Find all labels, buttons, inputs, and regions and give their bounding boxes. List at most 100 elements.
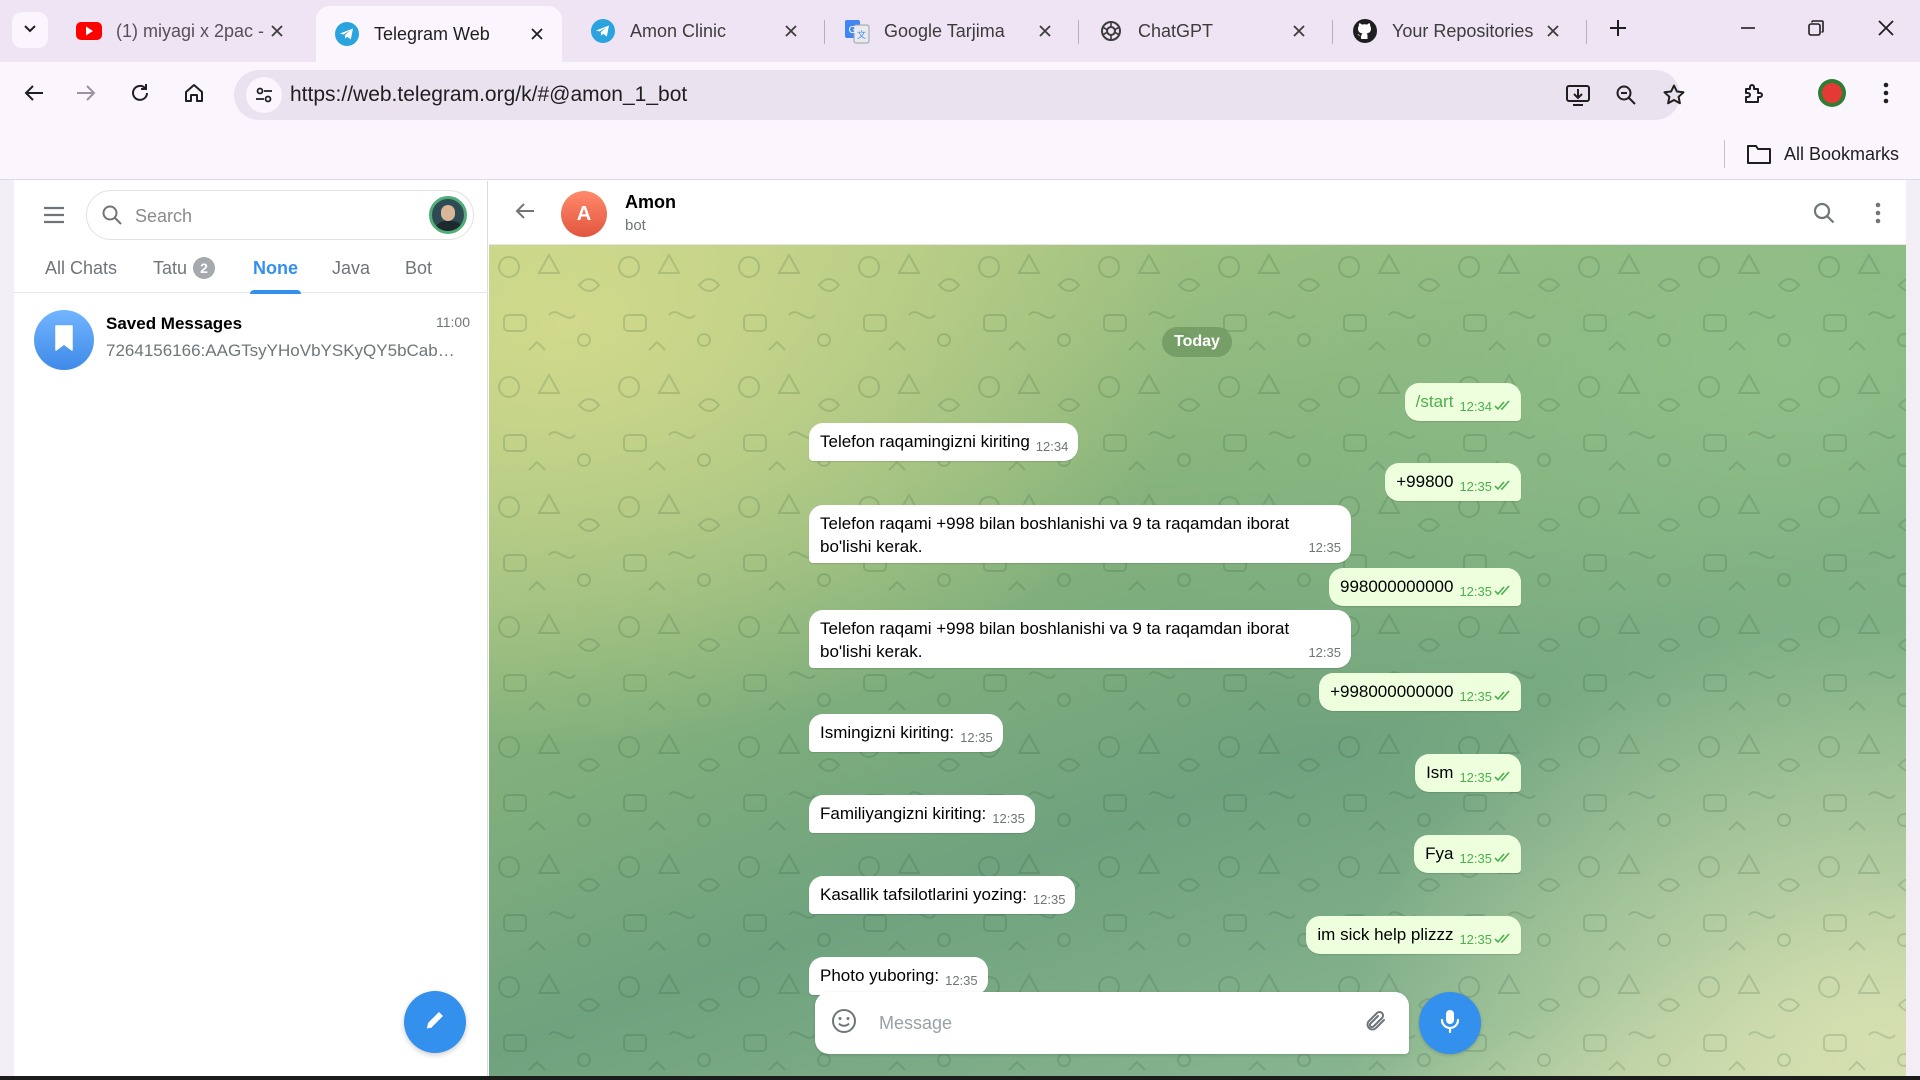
chat-menu-button[interactable] bbox=[1858, 195, 1898, 235]
message-bubble-in[interactable]: Telefon raqami +998 bilan boshlanishi va… bbox=[809, 505, 1351, 563]
zoom-icon[interactable] bbox=[1608, 77, 1644, 113]
browser-tab-google-translate[interactable]: G文 Google Tarjima bbox=[826, 8, 1070, 54]
minimize-button[interactable] bbox=[1720, 8, 1776, 52]
bookmark-star-icon[interactable] bbox=[1656, 77, 1692, 113]
browser-tab-amon-clinic[interactable]: Amon Clinic bbox=[572, 8, 816, 54]
message-bubble-out[interactable]: Fya 12:35 bbox=[1414, 835, 1521, 873]
message-time: 12:35 bbox=[1459, 479, 1492, 494]
more-vertical-icon bbox=[1875, 202, 1881, 229]
message-time: 12:35 bbox=[1032, 892, 1066, 907]
folder-tab-java[interactable]: Java bbox=[332, 243, 370, 293]
folder-tab-tatu[interactable]: Tatu 2 bbox=[153, 243, 216, 293]
message-bubble-out[interactable]: +998000000000 12:35 bbox=[1319, 673, 1521, 711]
message-bubble-in[interactable]: Familiyangizni kiriting: 12:35 bbox=[809, 795, 1035, 833]
close-window-button[interactable] bbox=[1858, 8, 1914, 52]
peer-avatar[interactable]: A bbox=[561, 191, 607, 237]
message-time: 12:35 bbox=[1308, 645, 1341, 660]
browser-tab-github[interactable]: Your Repositories bbox=[1334, 8, 1578, 54]
double-check-icon bbox=[1494, 400, 1510, 411]
back-button[interactable] bbox=[12, 73, 56, 117]
tab-separator bbox=[1078, 20, 1079, 44]
message-meta: 12:35 bbox=[1459, 847, 1511, 870]
close-icon[interactable] bbox=[526, 23, 548, 45]
chat-time: 11:00 bbox=[436, 314, 470, 330]
browser-tab-telegram-web[interactable]: Telegram Web bbox=[316, 6, 562, 62]
search-input[interactable] bbox=[135, 203, 405, 229]
profile-button[interactable] bbox=[1810, 73, 1854, 117]
install-app-icon[interactable] bbox=[1560, 77, 1596, 113]
telegram-icon bbox=[590, 18, 616, 44]
new-message-button[interactable] bbox=[404, 991, 466, 1053]
extensions-button[interactable] bbox=[1732, 73, 1776, 117]
folder-tab-label: None bbox=[253, 257, 298, 278]
youtube-icon bbox=[76, 18, 102, 44]
new-tab-button[interactable] bbox=[1590, 8, 1646, 52]
reload-button[interactable] bbox=[118, 73, 162, 117]
chat-list-item-saved-messages[interactable]: Saved Messages 11:00 7264156166:AAGTsyYH… bbox=[24, 300, 480, 378]
message-bubble-in[interactable]: Photo yuboring: 12:35 bbox=[809, 957, 988, 995]
chat-search-button[interactable] bbox=[1804, 195, 1844, 235]
message-text: Familiyangizni kiriting: bbox=[820, 804, 987, 823]
message-bubble-in[interactable]: Ismingizni kiriting: 12:35 bbox=[809, 714, 1003, 752]
browser-menu-button[interactable] bbox=[1864, 73, 1908, 117]
plus-icon bbox=[1608, 18, 1628, 43]
bookmark-icon bbox=[53, 324, 75, 357]
main-menu-button[interactable] bbox=[34, 197, 74, 237]
message-bubble-out[interactable]: /start 12:34 bbox=[1404, 383, 1521, 421]
arrow-left-icon bbox=[23, 82, 45, 109]
active-tab-indicator bbox=[250, 290, 301, 294]
folder-tab-bot[interactable]: Bot bbox=[405, 243, 432, 293]
peer-name[interactable]: Amon bbox=[625, 192, 676, 213]
home-button[interactable] bbox=[172, 73, 216, 117]
message-bubble-in[interactable]: Kasallik tafsilotlarini yozing: 12:35 bbox=[809, 876, 1076, 914]
message-meta: 12:34 bbox=[1459, 395, 1511, 418]
close-icon[interactable] bbox=[1288, 20, 1310, 42]
message-text: +99800 bbox=[1396, 472, 1454, 491]
window-frame-bottom bbox=[0, 1076, 1920, 1080]
chat-list-sidebar: All Chats Tatu 2 None Java Bot bbox=[14, 181, 488, 1076]
more-vertical-icon bbox=[1883, 82, 1889, 109]
chatgpt-icon bbox=[1098, 18, 1124, 44]
message-bubble-out[interactable]: Ism 12:35 bbox=[1415, 754, 1521, 792]
restore-button[interactable] bbox=[1788, 8, 1844, 52]
close-icon[interactable] bbox=[1542, 20, 1564, 42]
message-bubble-out[interactable]: 998000000000 12:35 bbox=[1328, 568, 1521, 606]
message-time: 12:35 bbox=[945, 973, 978, 988]
forward-button[interactable] bbox=[64, 73, 108, 117]
folder-tab-all-chats[interactable]: All Chats bbox=[45, 243, 117, 293]
chat-preview: 7264156166:AAGTsyYHoVbYSKyQY5bCab… bbox=[106, 341, 455, 360]
folder-tab-label: Java bbox=[332, 257, 371, 278]
url-text[interactable]: https://web.telegram.org/k/#@amon_1_bot bbox=[290, 83, 687, 107]
close-icon[interactable] bbox=[266, 20, 288, 42]
close-icon[interactable] bbox=[1034, 20, 1056, 42]
message-text: Telefon raqamingizni kiriting bbox=[820, 432, 1030, 451]
message-bubble-out[interactable]: im sick help plizzz 12:35 bbox=[1306, 916, 1521, 954]
all-bookmarks-button[interactable]: All Bookmarks bbox=[1746, 138, 1899, 170]
back-to-chats-button[interactable] bbox=[507, 195, 543, 231]
attach-button[interactable] bbox=[1361, 1008, 1391, 1038]
folder-tab-none[interactable]: None bbox=[250, 243, 301, 294]
message-time: 12:35 bbox=[1459, 584, 1492, 599]
close-icon bbox=[1877, 19, 1895, 42]
address-bar[interactable]: https://web.telegram.org/k/#@amon_1_bot bbox=[234, 70, 1685, 120]
tab-search-button[interactable] bbox=[12, 12, 48, 48]
story-avatar[interactable] bbox=[429, 196, 467, 234]
message-time: 12:34 bbox=[1459, 399, 1492, 414]
avatar-shoulders bbox=[434, 221, 464, 231]
voice-message-button[interactable] bbox=[1419, 992, 1481, 1054]
svg-text:G: G bbox=[849, 25, 857, 36]
tab-title: ChatGPT bbox=[1138, 20, 1214, 41]
window-frame-left bbox=[0, 180, 14, 1080]
browser-tab-youtube[interactable]: (1) miyagi x 2pac - bbox=[58, 8, 302, 54]
message-bubble-in[interactable]: Telefon raqami +998 bilan boshlanishi va… bbox=[809, 610, 1351, 668]
tab-separator bbox=[824, 20, 825, 44]
tab-separator bbox=[1332, 20, 1333, 44]
emoji-button[interactable] bbox=[829, 1008, 859, 1038]
browser-tab-chatgpt[interactable]: ChatGPT bbox=[1080, 8, 1324, 54]
telegram-app: All Chats Tatu 2 None Java Bot bbox=[14, 181, 1906, 1076]
close-icon[interactable] bbox=[780, 20, 802, 42]
message-bubble-out[interactable]: +99800 12:35 bbox=[1385, 463, 1521, 501]
message-bubble-in[interactable]: Telefon raqamingizni kiriting 12:34 bbox=[809, 423, 1079, 461]
site-settings-icon[interactable] bbox=[246, 77, 282, 113]
message-input[interactable] bbox=[879, 1010, 1299, 1036]
